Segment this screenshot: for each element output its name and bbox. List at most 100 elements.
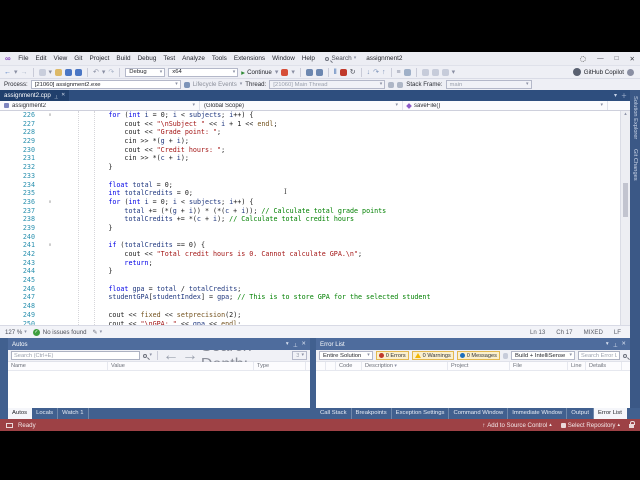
editor-vertical-scrollbar[interactable]: ▴ [620, 111, 630, 325]
close-icon[interactable]: ✕ [621, 341, 626, 347]
tab-locals[interactable]: Locals [32, 408, 59, 419]
autos-column-name[interactable]: Name [8, 362, 108, 370]
thread-dropdown[interactable]: [21060] Main Thread ▾ [269, 80, 386, 89]
menu-view[interactable]: View [50, 55, 71, 62]
close-button[interactable]: ✕ [630, 55, 635, 63]
menu-git[interactable]: Git [71, 55, 86, 62]
messages-toggle-button[interactable]: 0 Messages [456, 351, 500, 360]
step-over-icon[interactable]: ↷ [373, 69, 379, 76]
menu-edit[interactable]: Edit [32, 55, 50, 62]
chevron-down-icon[interactable]: ▾ [14, 69, 18, 76]
restart-icon[interactable]: ↻ [350, 69, 356, 76]
chevron-down-icon[interactable]: ▾ [291, 69, 295, 76]
open-folder-icon[interactable] [55, 68, 63, 76]
project-dropdown[interactable]: assignment2 ▾ [0, 101, 200, 110]
restore-button[interactable]: □ [615, 55, 619, 62]
warnings-toggle-button[interactable]: 0 Warnings [411, 351, 454, 360]
tab-autos[interactable]: Autos [8, 408, 33, 419]
close-icon[interactable]: ✕ [301, 341, 306, 347]
new-file-icon[interactable] [38, 68, 46, 76]
undo-icon[interactable]: ↶ [93, 69, 99, 76]
line-indicator[interactable]: Ln 13 [530, 329, 545, 336]
menu-analyze[interactable]: Analyze [179, 55, 209, 62]
save-all-icon[interactable] [75, 68, 83, 76]
error-list-column-file[interactable]: File [510, 362, 568, 370]
autos-panel-header[interactable]: Autos ▾ ⊤ ✕ [8, 338, 310, 350]
tab-error-list[interactable]: Error List [593, 408, 627, 419]
configuration-dropdown[interactable]: Debug ▾ [125, 67, 166, 77]
tab-output[interactable]: Output [567, 408, 594, 419]
autos-content[interactable] [8, 371, 310, 408]
fold-collapse-icon[interactable]: ∨ [40, 111, 60, 120]
pin-icon[interactable]: ⊤ [293, 341, 298, 347]
menu-project[interactable]: Project [86, 55, 113, 62]
errors-toggle-button[interactable]: 0 Errors [375, 351, 409, 360]
platform-dropdown[interactable]: x64 ▾ [168, 67, 239, 77]
tab-assignment2-cpp[interactable]: assignment2.cpp ⊤ ✕ [0, 90, 70, 101]
column-indicator[interactable]: Ch 17 [556, 329, 572, 336]
code-editor[interactable]: 226 ∨ for (int i = 0; i < subjects; i++) … [0, 111, 630, 325]
autos-column-type[interactable]: Type [254, 362, 306, 370]
indent-indicator[interactable]: MIXED [584, 329, 603, 336]
continue-button[interactable]: ▸ Continue [241, 68, 272, 76]
add-to-source-control-button[interactable]: ↑ Add to Source Control ▴ [482, 422, 552, 429]
redo-icon[interactable]: ↷ [108, 69, 114, 76]
menu-window[interactable]: Window [269, 55, 299, 62]
nav-forward-icon[interactable]: → [21, 69, 28, 76]
step-out-icon[interactable]: ↑ [382, 69, 386, 76]
thread-view-icon[interactable] [397, 81, 404, 88]
menu-debug[interactable]: Debug [134, 55, 160, 62]
close-tab-icon[interactable]: ✕ [61, 93, 65, 98]
menu-test[interactable]: Test [160, 55, 179, 62]
bookmark-prev-icon[interactable] [431, 68, 439, 76]
step-into-icon[interactable]: ↓ [367, 69, 371, 76]
save-icon[interactable] [65, 68, 73, 76]
chevron-down-icon[interactable]: ▾ [606, 341, 609, 347]
error-list-column-code[interactable]: Code [336, 362, 362, 370]
error-list-column-details[interactable]: Details [586, 362, 622, 370]
show-next-statement-icon[interactable] [305, 68, 313, 76]
menu-build[interactable]: Build [113, 55, 134, 62]
tab-call-stack[interactable]: Call Stack [316, 408, 352, 419]
github-copilot-status[interactable]: GitHub Copilot [572, 68, 636, 76]
feedback-icon[interactable] [580, 55, 587, 62]
fold-collapse-icon[interactable]: ∨ [40, 198, 60, 207]
document-health-indicator[interactable]: ✓ No issues found [32, 328, 87, 336]
nav-backward-icon[interactable]: ← [4, 69, 11, 76]
chevron-down-icon[interactable]: ▾ [102, 69, 106, 76]
tab-git-changes[interactable]: Git Changes [632, 149, 638, 181]
fold-collapse-icon[interactable]: ∨ [40, 241, 60, 250]
stop-debugging-icon[interactable] [339, 68, 347, 76]
stack-frame-dropdown[interactable]: main ▾ [445, 80, 532, 89]
edit-indicator[interactable]: ✎ ▾ [93, 329, 103, 336]
zoom-dropdown[interactable]: 127 % ▾ [5, 329, 27, 336]
build-filter-dropdown[interactable]: Build + IntelliSense ▾ [511, 351, 575, 360]
intellitrace-icon[interactable]: ≡ [397, 69, 401, 76]
clear-filter-icon[interactable] [502, 352, 509, 359]
menu-tools[interactable]: Tools [208, 55, 230, 62]
error-list-column-line[interactable]: Line [568, 362, 586, 370]
bookmark-icon[interactable] [421, 68, 429, 76]
hot-reload-icon[interactable] [281, 68, 289, 76]
chevron-down-icon[interactable]: ▾ [452, 69, 456, 76]
tab-exception-settings[interactable]: Exception Settings [392, 408, 450, 419]
bookmark-next-icon[interactable] [441, 68, 449, 76]
process-dropdown[interactable]: [21060] assignment2.exe ▾ [30, 80, 181, 89]
lifecycle-events-button[interactable]: Lifecycle Events [193, 81, 237, 88]
menu-file[interactable]: File [15, 55, 32, 62]
pin-icon[interactable]: ⊤ [54, 93, 58, 99]
breakpoint-window-icon[interactable] [315, 68, 323, 76]
autos-column-value[interactable]: Value [108, 362, 254, 370]
float-icon[interactable]: ＋ [621, 91, 627, 100]
chevron-down-icon[interactable]: ▾ [614, 92, 617, 99]
tab-immediate-window[interactable]: Immediate Window [508, 408, 568, 419]
tab-watch-1[interactable]: Watch 1 [58, 408, 89, 419]
search-box[interactable]: Search ▾ [325, 55, 356, 62]
error-list-column-description[interactable]: Description ▾ [362, 362, 448, 370]
error-list-column-project[interactable]: Project [448, 362, 510, 370]
tab-breakpoints[interactable]: Breakpoints [352, 408, 392, 419]
error-list-content[interactable] [316, 371, 630, 408]
menu-help[interactable]: Help [298, 55, 318, 62]
flag-threads-icon[interactable] [388, 81, 395, 88]
function-dropdown[interactable]: saveFile() ▾ [403, 101, 608, 110]
